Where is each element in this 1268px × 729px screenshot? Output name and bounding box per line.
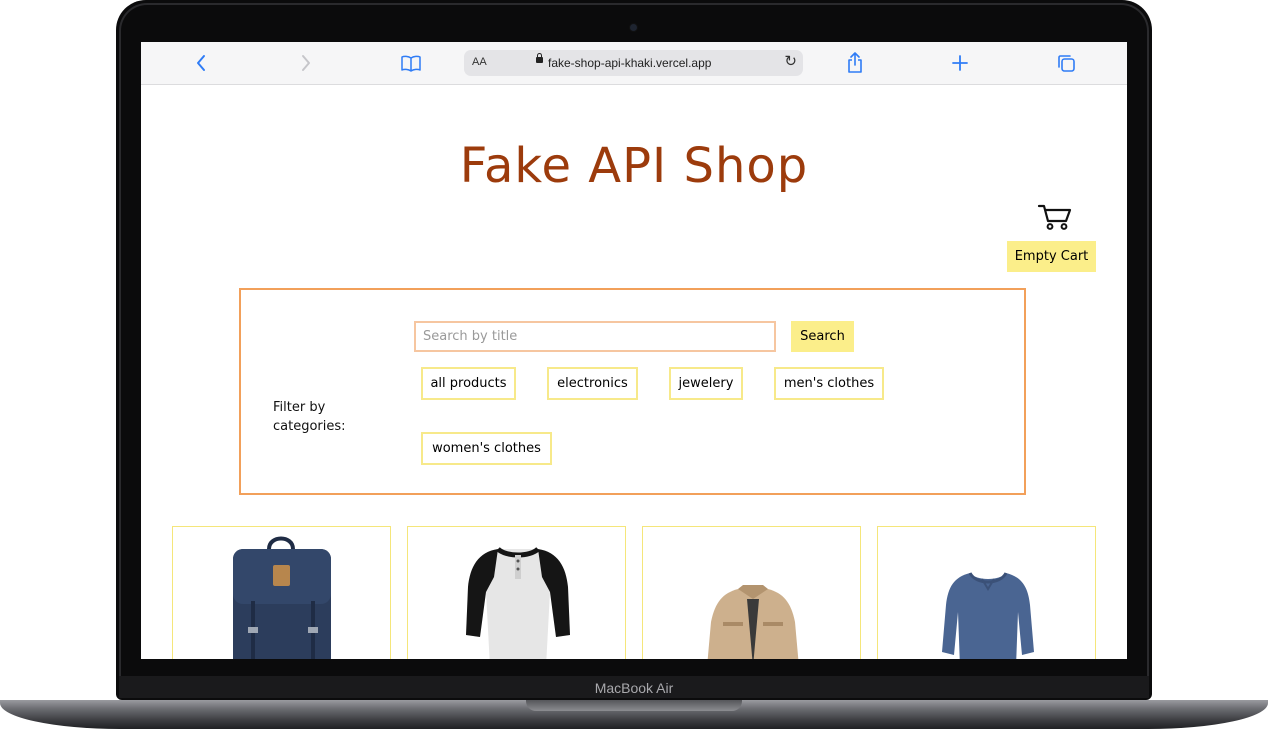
reload-icon[interactable]: ↻ [784,52,797,70]
filter-panel: Filter by categories: Search all product… [239,288,1026,495]
raglan-shirt-image [466,546,570,659]
search-input[interactable] [414,321,776,352]
product-card[interactable] [407,526,626,659]
category-mens-clothes[interactable]: men's clothes [774,367,884,400]
bookmarks-icon[interactable] [399,51,423,75]
search-button[interactable]: Search [791,321,854,352]
product-card[interactable] [642,526,861,659]
share-icon[interactable] [843,51,867,75]
product-card[interactable] [172,526,391,659]
address-bar[interactable]: AA fake-shop-api-khaki.vercel.app ↻ [464,50,803,76]
category-womens-clothes[interactable]: women's clothes [421,432,552,465]
jacket-image [707,585,799,659]
camera-icon [630,24,637,31]
long-sleeve-tee-image [942,572,1034,659]
lock-icon [536,53,543,63]
filter-label: Filter by categories: [273,400,346,434]
category-all-products[interactable]: all products [421,367,516,400]
new-tab-icon[interactable] [948,51,972,75]
category-electronics[interactable]: electronics [547,367,638,400]
laptop-base-notch [526,700,742,711]
category-jewelery[interactable]: jewelery [669,367,743,400]
url-value: fake-shop-api-khaki.vercel.app [548,56,712,70]
forward-icon[interactable] [294,51,318,75]
backpack-image [233,536,331,659]
screen: AA fake-shop-api-khaki.vercel.app ↻ Fake… [141,42,1127,659]
device-label: MacBook Air [594,680,674,696]
page-title: Fake API Shop [459,138,809,194]
browser-toolbar: AA fake-shop-api-khaki.vercel.app ↻ [141,42,1127,85]
url-text: fake-shop-api-khaki.vercel.app [536,53,712,70]
reader-aa-button[interactable]: AA [472,56,487,68]
back-icon[interactable] [189,51,213,75]
product-card[interactable] [877,526,1096,659]
web-page: Fake API Shop Empty Cart Filter by categ… [141,85,1127,659]
empty-cart-button[interactable]: Empty Cart [1007,241,1096,272]
cart-icon[interactable] [1037,203,1073,231]
tabs-overview-icon[interactable] [1054,51,1078,75]
